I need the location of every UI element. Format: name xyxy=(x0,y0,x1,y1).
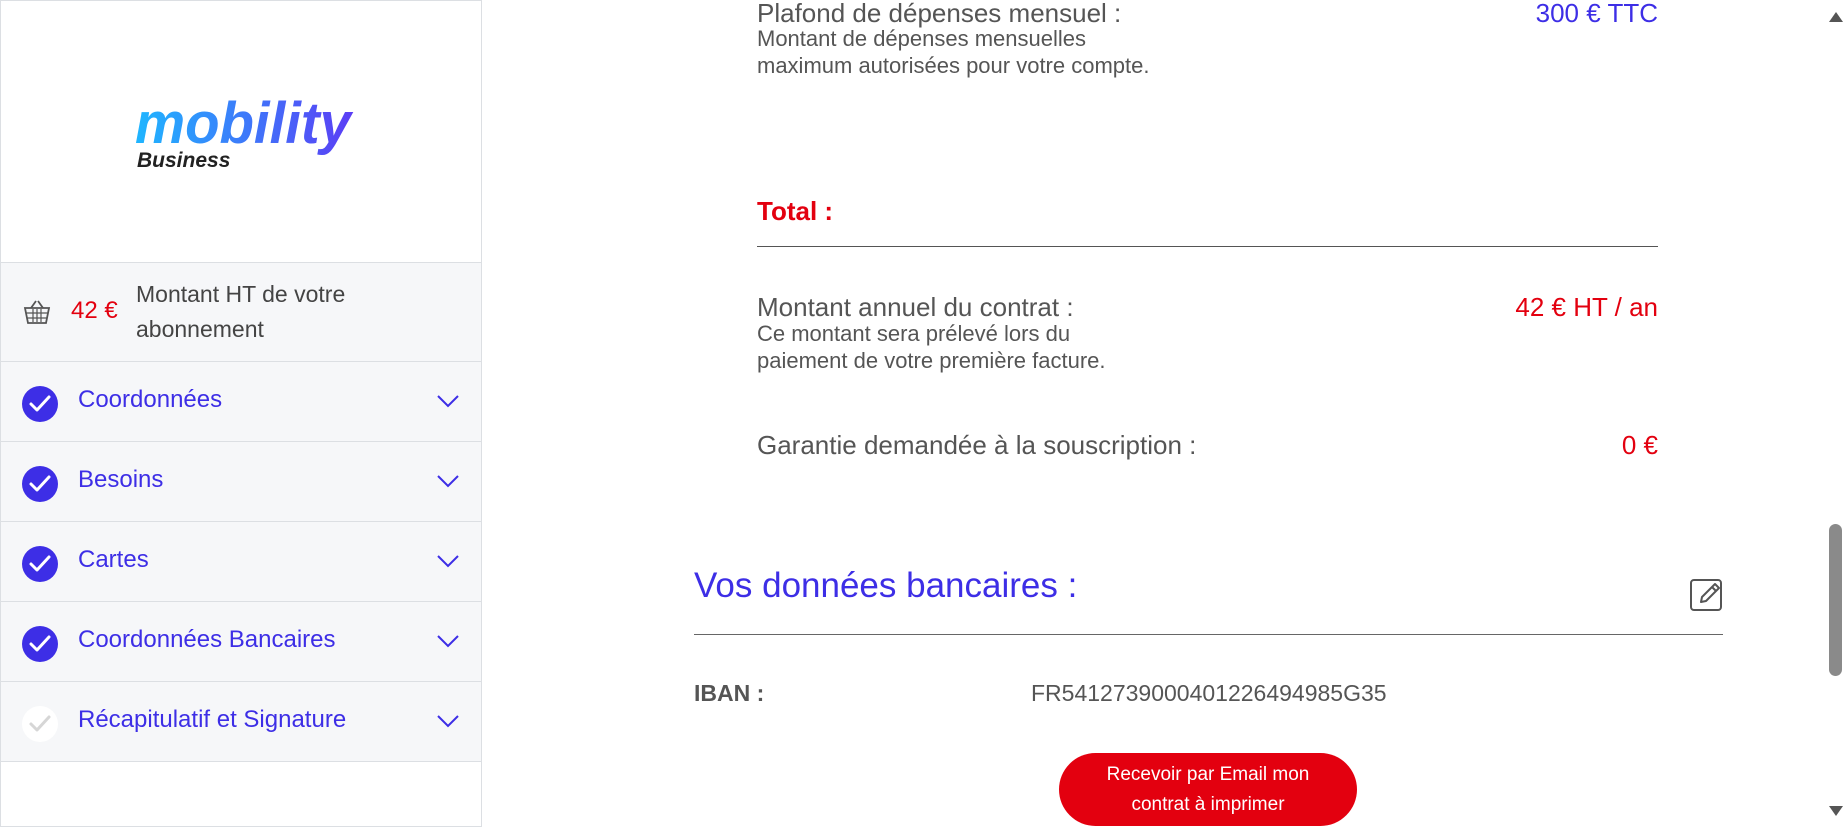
montant-annuel-label: Montant annuel du contrat : xyxy=(757,292,1074,322)
iban-label: IBAN : xyxy=(694,680,765,706)
main-content: Plafond de dépenses mensuel : Montant de… xyxy=(483,0,1823,827)
montant-annuel-description: Ce montant sera prélevé lors du paiement… xyxy=(757,321,1106,373)
check-icon xyxy=(22,706,58,742)
check-icon xyxy=(22,626,58,662)
garantie-label: Garantie demandée à la souscription : xyxy=(757,430,1197,460)
scrollbar[interactable] xyxy=(1823,0,1848,827)
montant-annuel-value: 42 € HT / an xyxy=(1515,292,1658,322)
scroll-thumb[interactable] xyxy=(1829,524,1842,676)
garantie-value: 0 € xyxy=(1621,430,1658,460)
divider xyxy=(757,246,1658,247)
subscription-summary: 42 € Montant HT de votre abonnement xyxy=(1,262,481,362)
step-coordonnees-bancaires[interactable]: Coordonnées Bancaires xyxy=(1,602,481,682)
bank-section-title: Vos données bancaires : xyxy=(694,566,1078,605)
step-coordonnees[interactable]: Coordonnées xyxy=(1,362,481,442)
scroll-down-arrow-icon[interactable] xyxy=(1829,806,1843,816)
step-label: Cartes xyxy=(78,546,149,573)
plafond-description: Montant de dépenses mensuelles maximum a… xyxy=(757,26,1150,78)
iban-value: FR5412739000401226494985G35 xyxy=(1031,680,1387,706)
step-label: Récapitulatif et Signature xyxy=(78,706,347,733)
chevron-down-icon xyxy=(437,715,459,728)
summary-amount: 42 € xyxy=(71,297,118,324)
mobility-business-logo: mobility Business xyxy=(135,91,354,172)
basket-icon xyxy=(23,300,51,324)
step-label: Coordonnées xyxy=(78,386,223,413)
step-cartes[interactable]: Cartes xyxy=(1,522,481,602)
edit-icon[interactable] xyxy=(1689,576,1725,612)
plafond-value: 300 € TTC xyxy=(1535,0,1658,28)
step-label: Besoins xyxy=(78,466,164,493)
chevron-down-icon xyxy=(437,635,459,648)
chevron-down-icon xyxy=(437,475,459,488)
chevron-down-icon xyxy=(437,395,459,408)
logo-area: mobility Business xyxy=(1,1,481,262)
total-label: Total : xyxy=(757,196,834,226)
summary-text: Montant HT de votre abonnement xyxy=(136,281,346,342)
divider xyxy=(694,634,1723,635)
check-icon xyxy=(22,466,58,502)
chevron-down-icon xyxy=(437,555,459,568)
logo-brand-text: mobility xyxy=(135,91,354,156)
check-icon xyxy=(22,546,58,582)
step-recapitulatif-signature[interactable]: Récapitulatif et Signature xyxy=(1,682,481,762)
step-besoins[interactable]: Besoins xyxy=(1,442,481,522)
check-icon xyxy=(22,386,58,422)
sidebar: mobility Business 42 € Montant HT de vot… xyxy=(0,0,482,827)
logo-sub-text: Business xyxy=(137,149,230,172)
scroll-up-arrow-icon[interactable] xyxy=(1829,12,1843,22)
email-contract-button[interactable]: Recevoir par Email mon contrat à imprime… xyxy=(1059,753,1357,826)
step-label: Coordonnées Bancaires xyxy=(78,626,336,653)
